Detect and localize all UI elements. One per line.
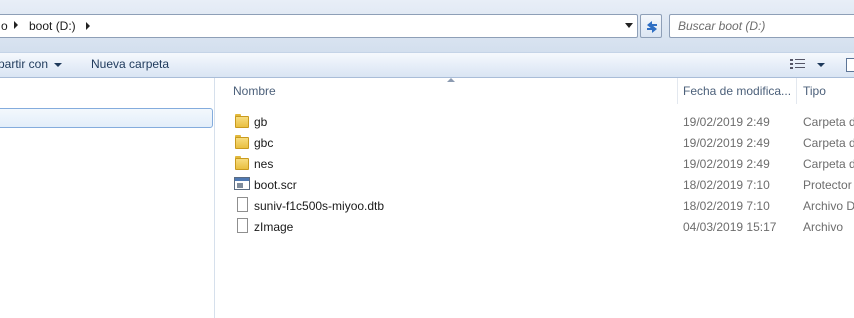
file-row-gbc[interactable]: gbc 19/02/2019 2:49 Carpeta d bbox=[216, 132, 854, 153]
file-name: gbc bbox=[254, 136, 274, 150]
file-type: Carpeta d bbox=[803, 136, 854, 150]
file-name: boot.scr bbox=[254, 178, 297, 192]
search-input[interactable] bbox=[670, 15, 854, 37]
file-name: suniv-f1c500s-miyoo.dtb bbox=[254, 199, 385, 213]
breadcrumb-chevron-right-icon[interactable] bbox=[86, 22, 90, 30]
screensaver-file-icon bbox=[234, 176, 250, 192]
file-type: Archivo D bbox=[803, 199, 854, 213]
folder-icon bbox=[234, 134, 250, 150]
change-view-button[interactable] bbox=[789, 57, 829, 73]
file-type: Carpeta d bbox=[803, 157, 854, 171]
file-list: Nombre Fecha de modifica... Tipo gb 19/0… bbox=[216, 78, 854, 318]
breadcrumb-current[interactable]: boot (D:) bbox=[29, 19, 76, 33]
file-date: 19/02/2019 2:49 bbox=[683, 115, 770, 129]
address-bar[interactable]: o boot (D:) bbox=[0, 14, 638, 38]
file-date: 18/02/2019 7:10 bbox=[683, 199, 770, 213]
refresh-icon bbox=[647, 21, 657, 33]
view-details-icon bbox=[790, 59, 805, 69]
command-bar: partir con Nueva carpeta bbox=[0, 52, 854, 78]
breadcrumb-chevron-icon[interactable] bbox=[14, 21, 18, 29]
new-folder-button[interactable]: Nueva carpeta bbox=[91, 57, 169, 71]
share-with-label: partir con bbox=[0, 57, 49, 71]
document-file-icon bbox=[234, 197, 250, 213]
preview-pane-button[interactable] bbox=[846, 58, 854, 72]
file-type: Protector bbox=[803, 178, 852, 192]
share-with-button[interactable]: partir con bbox=[0, 57, 63, 71]
file-row-nes[interactable]: nes 19/02/2019 2:49 Carpeta d bbox=[216, 153, 854, 174]
chevron-down-icon bbox=[54, 62, 63, 67]
file-date: 18/02/2019 7:10 bbox=[683, 178, 770, 192]
folder-icon bbox=[234, 155, 250, 171]
file-name: gb bbox=[254, 115, 268, 129]
file-date: 19/02/2019 2:49 bbox=[683, 157, 770, 171]
folder-icon bbox=[234, 113, 250, 129]
column-header-date[interactable]: Fecha de modifica... bbox=[683, 84, 791, 102]
file-row-gb[interactable]: gb 19/02/2019 2:49 Carpeta d bbox=[216, 111, 854, 132]
sort-ascending-icon bbox=[447, 78, 455, 82]
file-row-boot-scr[interactable]: boot.scr 18/02/2019 7:10 Protector bbox=[216, 174, 854, 195]
nav-selected-item[interactable] bbox=[0, 108, 213, 128]
file-type: Archivo bbox=[803, 220, 844, 234]
view-dropdown-icon[interactable] bbox=[817, 63, 825, 67]
file-row-zimage[interactable]: zImage 04/03/2019 15:17 Archivo bbox=[216, 216, 854, 237]
file-date: 04/03/2019 15:17 bbox=[683, 220, 777, 234]
file-name: zImage bbox=[254, 220, 294, 234]
file-date: 19/02/2019 2:49 bbox=[683, 136, 770, 150]
column-header-name[interactable]: Nombre bbox=[233, 84, 276, 102]
address-bar-row: o boot (D:) bbox=[0, 0, 854, 52]
file-type: Carpeta d bbox=[803, 115, 854, 129]
file-name: nes bbox=[254, 157, 274, 171]
document-file-icon bbox=[234, 218, 250, 234]
address-history-dropdown-icon[interactable] bbox=[625, 23, 633, 28]
navigation-pane[interactable] bbox=[0, 78, 215, 318]
file-row-dtb[interactable]: suniv-f1c500s-miyoo.dtb 18/02/2019 7:10 … bbox=[216, 195, 854, 216]
breadcrumb-partial[interactable]: o bbox=[1, 19, 8, 33]
search-box[interactable] bbox=[669, 14, 854, 38]
column-divider[interactable] bbox=[796, 78, 797, 104]
column-header-type[interactable]: Tipo bbox=[803, 84, 826, 102]
column-divider[interactable] bbox=[677, 78, 678, 104]
new-folder-label: Nueva carpeta bbox=[91, 57, 170, 71]
refresh-button[interactable] bbox=[640, 14, 662, 38]
